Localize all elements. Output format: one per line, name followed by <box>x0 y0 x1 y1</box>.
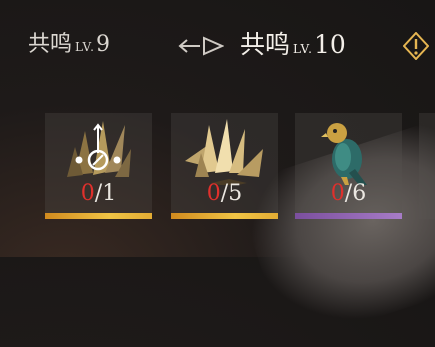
material-count-2: 0/5 <box>171 181 278 207</box>
next-level: 共鸣 LV.10 <box>240 28 346 66</box>
material-required-2: 5 <box>228 181 243 206</box>
next-level-lv-label: LV. <box>293 42 313 56</box>
rarity-bar-purple <box>295 213 402 219</box>
resonance-level-header: 共鸣 LV.9 共鸣 LV.10 <box>0 28 435 64</box>
material-slot-2[interactable]: 0/5 <box>171 113 278 219</box>
material-owned-2: 0 <box>206 181 221 206</box>
next-level-number: 10 <box>313 30 346 59</box>
current-level-lv-label: LV. <box>75 40 95 54</box>
material-owned-1: 0 <box>80 181 95 206</box>
rarity-bar-gold <box>45 213 152 219</box>
arrow-to-triangle-icon <box>178 36 224 56</box>
material-required-1: 1 <box>102 181 117 206</box>
material-slot-3[interactable]: 0/6 <box>295 113 402 219</box>
material-required-3: 6 <box>352 181 367 206</box>
rarity-bar-gold <box>171 213 278 219</box>
golden-crystal-sigil-icon <box>67 121 131 177</box>
golden-crystal-cluster-icon <box>185 119 263 185</box>
current-level-number: 9 <box>95 32 110 57</box>
next-level-prefix: 共鸣 <box>240 30 291 59</box>
teal-bird-figurine-icon <box>321 123 367 185</box>
material-owned-3: 0 <box>330 181 345 206</box>
material-list: 0/1 0/5 0/6 <box>45 113 435 219</box>
current-level: 共鸣 LV.9 <box>28 28 110 64</box>
material-count-3: 0/6 <box>295 181 402 207</box>
current-level-prefix: 共鸣 <box>28 32 73 57</box>
exclamation-diamond-icon[interactable] <box>403 32 429 60</box>
material-count-1: 0/1 <box>45 181 152 207</box>
material-slot-1[interactable]: 0/1 <box>45 113 152 219</box>
material-slot-4-partial[interactable] <box>419 113 435 219</box>
